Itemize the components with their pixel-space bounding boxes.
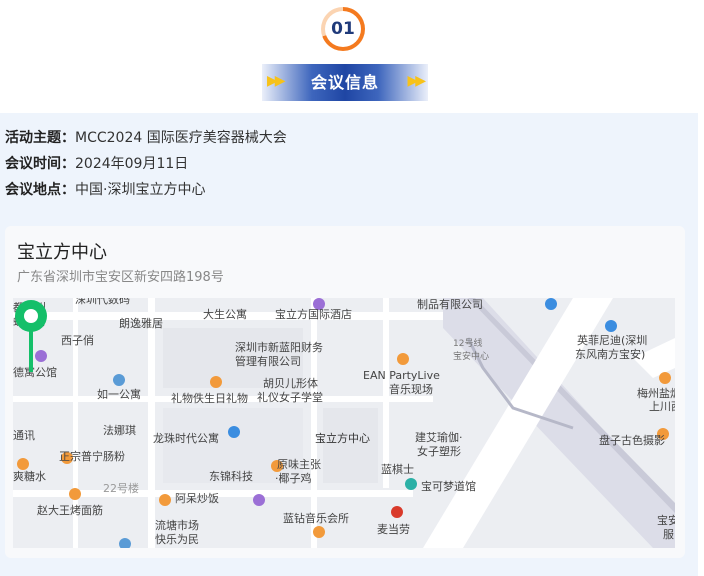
location-name: 宝立方中心 (17, 242, 107, 263)
map-label: 盘子古色摄影 (599, 434, 665, 447)
map-label: 音乐现场 (389, 383, 433, 396)
map-label: 正宗普宁肠粉 (59, 450, 125, 463)
map-label: 22号楼 (103, 482, 139, 495)
map-label: 宝立方国际酒店 (275, 308, 352, 321)
map-label: 东锦科技 (209, 470, 253, 483)
map-label: 宝可梦道馆 (421, 480, 476, 493)
map-label: 英菲尼迪(深圳 (577, 334, 648, 347)
map-label: 阿呆炒饭 (175, 492, 219, 505)
map-label: 朗逸雅居 (119, 317, 163, 330)
poi-marker (605, 320, 617, 332)
poi-marker (210, 376, 222, 388)
info-time-label: 会议时间： (5, 156, 75, 172)
poi-marker (545, 298, 557, 310)
info-theme-row: 活动主题：MCC2024 国际医疗美容器械大会 (5, 127, 287, 147)
info-place-label: 会议地点： (5, 182, 75, 198)
location-address: 广东省深圳市宝安区新安四路198号 (17, 270, 224, 285)
map-label: 赵大王烤面筋 (37, 504, 103, 517)
info-place-row: 会议地点：中国·深圳宝立方中心 (5, 179, 205, 199)
double-chevron-right-icon: ▶▶ (407, 73, 425, 89)
map-label: 制品有限公司 (417, 298, 483, 311)
map-label: 通讯 (13, 429, 35, 442)
map-label: EAN PartyLive (363, 369, 440, 382)
info-place-value: 中国·深圳宝立方中心 (75, 182, 206, 198)
map-label: 流塘市场 (155, 519, 199, 532)
map-pin-icon (15, 300, 47, 372)
info-time-row: 会议时间：2024年09月11日 (5, 153, 188, 173)
map-label: 女子塑形 (417, 445, 461, 458)
info-time-value: 2024年09月11日 (75, 156, 189, 172)
section-number: 01 (325, 11, 361, 47)
map-label: 大生公寓 (203, 308, 247, 321)
map-label: 建艾瑜伽· (415, 431, 463, 444)
poi-marker (119, 538, 131, 548)
map-label: 蓝棋士 (381, 463, 414, 476)
poi-marker (69, 488, 81, 500)
map-label: 上川西 (649, 400, 675, 413)
map-label: 蓝钻音乐会所 (283, 512, 349, 525)
poi-marker (659, 372, 671, 384)
section-title-banner: ▶▶ 会议信息 ▶▶ (262, 64, 428, 101)
poi-marker (313, 526, 325, 538)
map-label: 原味主张 (277, 458, 321, 471)
map-label: 宝安中心 (453, 352, 490, 362)
map-label: ·椰子鸡 (275, 472, 312, 485)
map-roads (13, 298, 675, 548)
map-label: 服 (663, 528, 674, 541)
map-label: 深圳代数码 (75, 298, 130, 306)
map-label: 胡贝儿形体 (263, 377, 318, 390)
section-title: 会议信息 (310, 73, 379, 92)
poi-marker (228, 426, 240, 438)
map-label: 如一公寓 (97, 388, 141, 401)
mcdonalds-icon (391, 506, 403, 518)
map-label: 梅州盐焗 (637, 387, 675, 400)
location-card[interactable]: 宝立方中心 广东省深圳市宝安区新安四路198号 宝立方中心 深圳市新蓝阳财务 管… (5, 226, 685, 558)
map-label: 法娜琪 (103, 424, 136, 437)
location-map[interactable]: 宝立方中心 深圳市新蓝阳财务 管理有限公司 胡贝儿形体 礼仪女子学堂 大生公寓 … (13, 298, 675, 548)
poi-marker (17, 458, 29, 470)
poi-marker (253, 494, 265, 506)
section-number-badge: 01 (321, 7, 365, 51)
map-label: 快乐为民 (155, 533, 199, 546)
poi-marker (159, 494, 171, 506)
info-theme-value: MCC2024 国际医疗美容器械大会 (75, 130, 287, 146)
map-label: 12号线 (453, 339, 483, 349)
poi-marker (397, 353, 409, 365)
map-label: 龙珠时代公寓 (153, 432, 219, 445)
map-label: 西子俏 (61, 334, 94, 347)
info-theme-label: 活动主题： (5, 130, 75, 146)
map-label: 深圳市新蓝阳财务 (235, 341, 323, 354)
poi-marker (113, 374, 125, 386)
map-label: 礼仪女子学堂 (257, 391, 323, 404)
map-label: 宝安 (657, 514, 675, 527)
map-label: 礼物佚生日礼物 (171, 392, 248, 405)
map-label: 管理有限公司 (235, 355, 301, 368)
map-label: 麦当劳 (377, 523, 410, 536)
poi-marker (405, 478, 417, 490)
map-label: 东风南方宝安) (575, 348, 646, 361)
map-label: 爽糖水 (13, 470, 46, 483)
map-label: 宝立方中心 (315, 432, 370, 445)
